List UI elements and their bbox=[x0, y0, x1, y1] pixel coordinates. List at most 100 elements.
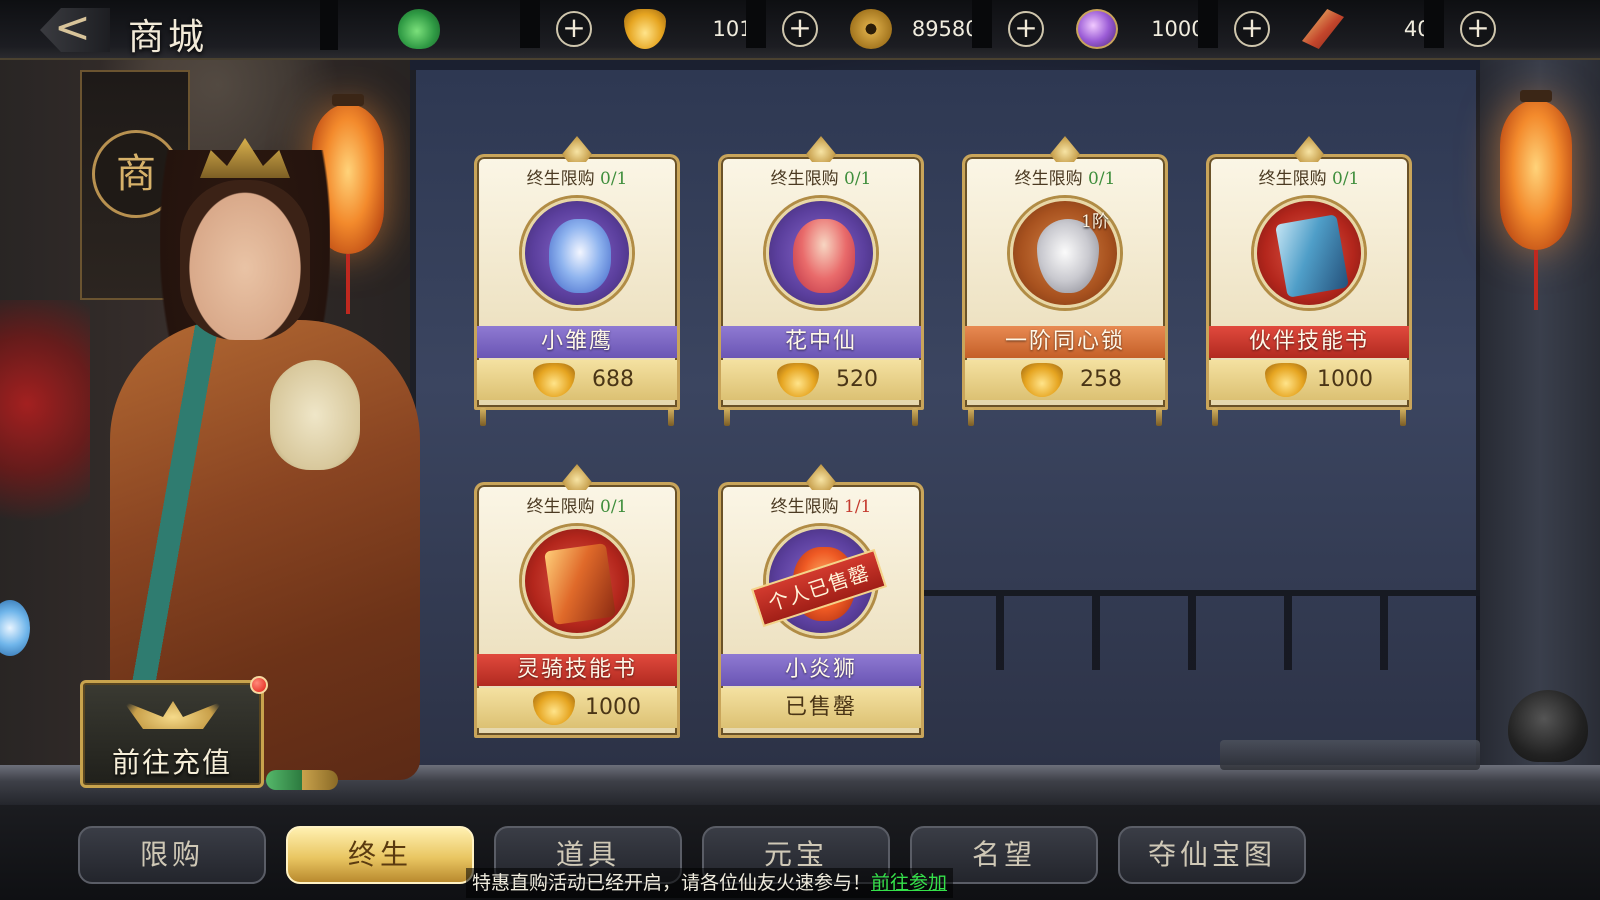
currency-divider bbox=[746, 0, 766, 48]
gold-ingot-icon bbox=[533, 363, 575, 397]
gold-ingot-icon bbox=[1265, 363, 1307, 397]
limit-count: 0/1 bbox=[1088, 169, 1116, 189]
lantern-right bbox=[1500, 90, 1572, 310]
limit-label: 终生限购 bbox=[1014, 169, 1083, 189]
card-pins bbox=[474, 408, 680, 428]
product-name: 花中仙 bbox=[721, 326, 921, 358]
limit-count: 0/1 bbox=[844, 169, 872, 189]
currency-gold-ingot: 1013 + bbox=[624, 6, 824, 52]
gold-ingot-icon bbox=[624, 9, 666, 49]
limit-count: 0/1 bbox=[1332, 169, 1360, 189]
announcement-text: 特惠直购活动已经开启，请各位仙友火速参与！ bbox=[472, 872, 872, 894]
price-value: 688 bbox=[592, 367, 634, 392]
currency-spirit-orb: 10000 + bbox=[1076, 6, 1276, 52]
currency-token: 400 + bbox=[1302, 6, 1502, 52]
heart-lock-icon: 1阶 bbox=[1010, 198, 1120, 308]
limit-label: 终生限购 bbox=[1258, 169, 1327, 189]
gold-ingot-icon bbox=[1021, 363, 1063, 397]
add-spirit-orb-button[interactable]: + bbox=[1234, 11, 1270, 47]
limit-label: 终生限购 bbox=[526, 497, 595, 517]
page-title: 商城 bbox=[128, 17, 209, 58]
product-name: 一阶同心锁 bbox=[965, 326, 1165, 358]
jade-icon bbox=[398, 9, 440, 49]
recharge-label: 前往充值 bbox=[111, 746, 232, 779]
add-token-button[interactable]: + bbox=[1460, 11, 1496, 47]
book-figure-icon bbox=[544, 543, 616, 625]
currency-jade: 0 + bbox=[398, 6, 598, 52]
purchase-limit: 终生限购 0/1 bbox=[718, 164, 924, 189]
product-card-fairy[interactable]: 终生限购 0/1 花中仙 520 bbox=[718, 136, 924, 426]
maple-leaves bbox=[0, 300, 90, 560]
purchase-limit: 终生限购 0/1 bbox=[474, 492, 680, 517]
card-pins bbox=[718, 408, 924, 428]
character-face bbox=[180, 180, 310, 340]
purchase-limit: 终生限购 1/1 bbox=[718, 492, 924, 517]
currency-divider bbox=[972, 0, 992, 48]
product-card-mount-skill-book[interactable]: 终生限购 0/1 灵骑技能书 1000 bbox=[474, 464, 680, 738]
mount-skill-book-icon bbox=[522, 526, 632, 636]
gold-ingot-icon bbox=[533, 691, 575, 725]
currency-copper: 895801 + bbox=[850, 6, 1050, 52]
product-card-partner-skill-book[interactable]: 终生限购 0/1 伙伴技能书 1000 bbox=[1206, 136, 1412, 426]
character-fan bbox=[270, 360, 360, 470]
teapot-icon bbox=[1508, 690, 1588, 762]
add-jade-button[interactable]: + bbox=[556, 11, 592, 47]
sold-out-label: 已售罄 bbox=[721, 688, 921, 728]
sold-out-text: 已售罄 bbox=[784, 695, 857, 720]
product-name: 小炎狮 bbox=[721, 654, 921, 686]
product-price: 258 bbox=[965, 360, 1165, 400]
product-card-eagle[interactable]: 终生限购 0/1 小雏鹰 688 bbox=[474, 136, 680, 426]
spirit-orb-icon bbox=[1076, 9, 1118, 49]
product-name: 灵骑技能书 bbox=[477, 654, 677, 686]
product-name: 伙伴技能书 bbox=[1209, 326, 1409, 358]
limit-label: 终生限购 bbox=[526, 169, 595, 189]
product-price: 688 bbox=[477, 360, 677, 400]
purchase-limit: 终生限购 0/1 bbox=[474, 164, 680, 189]
card-pins bbox=[962, 408, 1168, 428]
limit-label: 终生限购 bbox=[770, 497, 839, 517]
jade-coin-decor bbox=[266, 770, 338, 790]
copper-coin-icon bbox=[850, 9, 892, 49]
product-card-flame-lion[interactable]: 终生限购 1/1 个人已售罄 小炎狮 已售罄 bbox=[718, 464, 924, 738]
product-price: 1000 bbox=[477, 688, 677, 728]
fairy-figure-icon bbox=[793, 219, 855, 293]
fairy-pet-icon bbox=[766, 198, 876, 308]
eagle-pet-icon bbox=[522, 198, 632, 308]
card-pins bbox=[1206, 408, 1412, 428]
tab-treasure-map[interactable]: 夺仙宝图 bbox=[1118, 826, 1306, 884]
price-value: 258 bbox=[1080, 367, 1122, 392]
join-event-link[interactable]: 前往参加 bbox=[871, 872, 947, 894]
token-icon bbox=[1302, 9, 1344, 49]
purchase-limit: 终生限购 0/1 bbox=[1206, 164, 1412, 189]
character-crown bbox=[200, 138, 290, 178]
book-figure-icon bbox=[1275, 214, 1349, 298]
eagle-figure-icon bbox=[549, 219, 611, 293]
add-gold-ingot-button[interactable]: + bbox=[782, 11, 818, 47]
currency-divider bbox=[1424, 0, 1444, 48]
currency-divider bbox=[520, 0, 540, 48]
header-divider bbox=[320, 0, 338, 50]
limit-count: 0/1 bbox=[600, 497, 628, 517]
product-name: 小雏鹰 bbox=[477, 326, 677, 358]
tab-lifetime[interactable]: 终生 bbox=[286, 826, 474, 884]
partner-skill-book-icon bbox=[1254, 198, 1364, 308]
balcony-railing bbox=[900, 590, 1480, 670]
price-value: 520 bbox=[836, 367, 878, 392]
product-price: 520 bbox=[721, 360, 921, 400]
limit-label: 终生限购 bbox=[770, 169, 839, 189]
tier-badge: 1阶 bbox=[1081, 212, 1109, 232]
add-copper-button[interactable]: + bbox=[1008, 11, 1044, 47]
currency-divider bbox=[1198, 0, 1218, 48]
product-card-heart-lock[interactable]: 终生限购 0/1 1阶 一阶同心锁 258 bbox=[962, 136, 1168, 426]
counter-books bbox=[1220, 740, 1480, 770]
announcement-banner: 特惠直购活动已经开启，请各位仙友火速参与！前往参加 bbox=[466, 868, 954, 898]
tab-limited[interactable]: 限购 bbox=[78, 826, 266, 884]
notification-dot-icon bbox=[250, 676, 268, 694]
gold-ingot-icon bbox=[777, 363, 819, 397]
wings-emblem-icon bbox=[123, 701, 223, 729]
back-arrow-icon: < bbox=[54, 2, 91, 53]
purchase-limit: 终生限购 0/1 bbox=[962, 164, 1168, 189]
price-value: 1000 bbox=[1317, 367, 1373, 392]
recharge-button[interactable]: 前往充值 bbox=[80, 680, 264, 788]
limit-count: 0/1 bbox=[600, 169, 628, 189]
